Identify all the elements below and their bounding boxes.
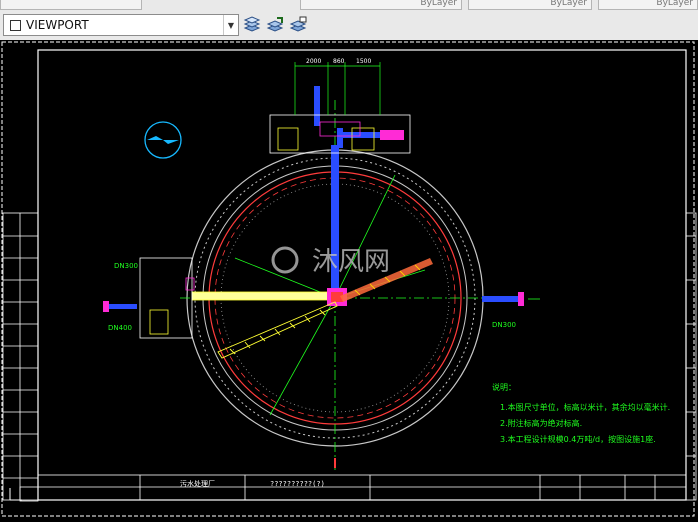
lineweight-control-label: ByLayer [656,0,693,8]
layer-match-icon [289,16,307,32]
dim-top-2: 860 [333,58,345,65]
drawing-canvas[interactable]: 污水处理厂 ??????????(?) 2000 860 1500 DN300 … [0,40,698,522]
linetype-control-label: ByLayer [550,0,587,8]
chevron-down-icon[interactable]: ▼ [223,15,238,35]
toolbar: ByLayer ByLayer ByLayer VIEWPORT ▼ [0,0,698,41]
left-outlet-flange [103,301,109,312]
left-outlet-pipe [107,304,137,309]
color-control-label: ByLayer [420,0,457,8]
title-drawing-title: 污水处理厂 [180,479,215,488]
layer-states-icon [266,17,284,32]
layer-control-left[interactable] [0,0,142,10]
title-drawing-name: ??????????(?) [270,480,325,488]
drawing-svg[interactable]: 污水处理厂 ??????????(?) 2000 860 1500 DN300 … [0,40,698,522]
note-2: 2.附注标高为绝对标高. [500,418,582,428]
watermark-text: 沐风网 [312,247,390,277]
left-label-dn400: DN400 [108,324,132,332]
layer-properties-button[interactable] [241,14,263,36]
dim-top-3: 1500 [356,58,371,65]
layer-color-swatch [10,19,21,31]
layer-properties-icon [243,16,261,32]
lineweight-control[interactable]: ByLayer [598,0,698,10]
note-1: 1.本图尺寸单位，标高以米计，其余均以毫米计. [500,402,670,412]
notes-heading: 说明： [492,382,516,392]
color-control[interactable]: ByLayer [300,0,462,10]
right-label-dn300: DN300 [492,321,516,329]
note-3: 3.本工程设计规模0.4万吨/d，按图设施1座. [500,434,656,444]
viewport-layer-combo[interactable]: VIEWPORT ▼ [3,14,239,36]
dim-top-1: 2000 [306,58,321,65]
layer-match-button[interactable] [287,14,309,36]
layer-states-button[interactable] [264,14,286,36]
linetype-control[interactable]: ByLayer [468,0,592,10]
left-label-dn300: DN300 [114,262,138,270]
viewport-layer-value: VIEWPORT [26,18,89,32]
